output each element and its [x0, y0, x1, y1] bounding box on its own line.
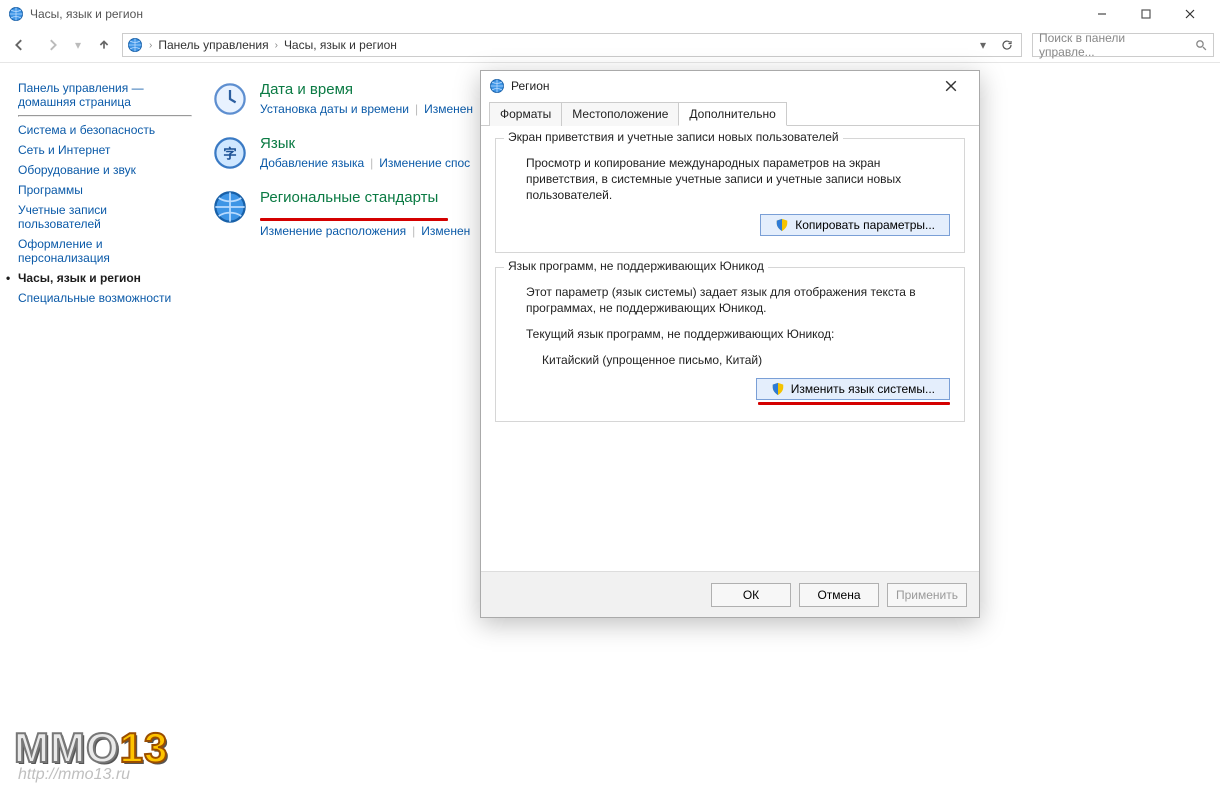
- dialog-title: Регион: [511, 79, 550, 93]
- non-unicode-text: Этот параметр (язык системы) задает язык…: [526, 284, 950, 316]
- link-change-formats-truncated[interactable]: Изменен: [421, 224, 470, 238]
- watermark-brand-b: 13: [120, 724, 169, 771]
- watermark-brand-a: MMO: [14, 724, 120, 771]
- window-titlebar: Часы, язык и регион: [0, 0, 1220, 28]
- forward-button[interactable]: [38, 31, 66, 59]
- refresh-button[interactable]: [997, 39, 1017, 51]
- address-dropdown[interactable]: ▾: [973, 38, 993, 52]
- group-welcome-screen: Экран приветствия и учетные записи новых…: [495, 138, 965, 253]
- sidebar-item-home[interactable]: Панель управления — домашняя страница: [18, 81, 192, 109]
- category-title-language[interactable]: Язык: [260, 135, 470, 152]
- up-button[interactable]: [90, 31, 118, 59]
- dialog-icon: [489, 78, 505, 94]
- window-title: Часы, язык и регион: [30, 7, 143, 21]
- link-set-date-time[interactable]: Установка даты и времени: [260, 102, 409, 116]
- link-change-location[interactable]: Изменение расположения: [260, 224, 406, 238]
- highlight-underline: [758, 402, 950, 405]
- group-non-unicode-legend: Язык программ, не поддерживающих Юникод: [504, 259, 768, 273]
- watermark-logo: MMO13: [14, 724, 168, 772]
- link-separator: |: [415, 102, 418, 116]
- link-add-language[interactable]: Добавление языка: [260, 156, 364, 170]
- copy-settings-button[interactable]: Копировать параметры...: [760, 214, 950, 236]
- search-input[interactable]: Поиск в панели управле...: [1032, 33, 1214, 57]
- history-dropdown[interactable]: ▾: [70, 31, 86, 59]
- highlight-underline: [260, 218, 448, 221]
- sidebar-item-programs[interactable]: Программы: [18, 183, 192, 197]
- breadcrumb-control-panel[interactable]: Панель управления: [158, 38, 268, 52]
- region-dialog: Регион Форматы Местоположение Дополнител…: [480, 70, 980, 618]
- explorer-toolbar: ▾ › Панель управления › Часы, язык и рег…: [0, 28, 1220, 62]
- link-change-timezone-truncated[interactable]: Изменен: [424, 102, 473, 116]
- address-icon: [127, 37, 143, 53]
- breadcrumb-clock-lang-region[interactable]: Часы, язык и регион: [284, 38, 397, 52]
- language-icon: [212, 135, 248, 171]
- change-system-locale-label: Изменить язык системы...: [791, 382, 935, 396]
- dialog-close-button[interactable]: [931, 71, 971, 101]
- tab-location[interactable]: Местоположение: [561, 102, 679, 126]
- link-separator: |: [370, 156, 373, 170]
- link-separator: |: [412, 224, 415, 238]
- clock-icon: [212, 81, 248, 117]
- tab-advanced[interactable]: Дополнительно: [678, 102, 786, 126]
- group-non-unicode: Язык программ, не поддерживающих Юникод …: [495, 267, 965, 423]
- sidebar-item-system-security[interactable]: Система и безопасность: [18, 123, 192, 137]
- maximize-button[interactable]: [1124, 0, 1168, 28]
- back-button[interactable]: [6, 31, 34, 59]
- chevron-right-icon: ›: [149, 40, 152, 51]
- category-title-region[interactable]: Региональные стандарты: [260, 189, 470, 206]
- current-lang-label: Текущий язык программ, не поддерживающих…: [526, 326, 950, 342]
- sidebar-item-appearance[interactable]: Оформление и персонализация: [18, 237, 192, 265]
- ok-button[interactable]: ОК: [711, 583, 791, 607]
- minimize-button[interactable]: [1080, 0, 1124, 28]
- watermark-url: http://mmo13.ru: [18, 766, 130, 784]
- dialog-footer: ОК Отмена Применить: [481, 571, 979, 617]
- uac-shield-icon: [771, 382, 785, 396]
- apply-button[interactable]: Применить: [887, 583, 967, 607]
- copy-settings-label: Копировать параметры...: [795, 218, 935, 232]
- search-placeholder: Поиск в панели управле...: [1039, 31, 1183, 59]
- sidebar-item-user-accounts[interactable]: Учетные записи пользователей: [18, 203, 192, 231]
- group-welcome-legend: Экран приветствия и учетные записи новых…: [504, 130, 843, 144]
- uac-shield-icon: [775, 218, 789, 232]
- search-icon: [1195, 39, 1207, 51]
- current-lang-value: Китайский (упрощенное письмо, Китай): [542, 352, 950, 368]
- sidebar-item-clock-lang-region[interactable]: Часы, язык и регион: [18, 271, 192, 285]
- app-icon: [8, 6, 24, 22]
- address-bar[interactable]: › Панель управления › Часы, язык и регио…: [122, 33, 1022, 57]
- sidebar: Панель управления — домашняя страница Си…: [0, 63, 200, 800]
- tab-formats[interactable]: Форматы: [489, 102, 562, 126]
- sidebar-item-hardware-sound[interactable]: Оборудование и звук: [18, 163, 192, 177]
- cancel-button[interactable]: Отмена: [799, 583, 879, 607]
- chevron-right-icon: ›: [275, 40, 278, 51]
- region-icon: [212, 189, 248, 225]
- sidebar-item-network-internet[interactable]: Сеть и Интернет: [18, 143, 192, 157]
- close-button[interactable]: [1168, 0, 1212, 28]
- category-title-date-time[interactable]: Дата и время: [260, 81, 473, 98]
- link-change-input-truncated[interactable]: Изменение спос: [379, 156, 470, 170]
- sidebar-item-ease-of-access[interactable]: Специальные возможности: [18, 291, 192, 305]
- dialog-tabs: Форматы Местоположение Дополнительно: [481, 101, 979, 126]
- welcome-screen-text: Просмотр и копирование международных пар…: [526, 155, 950, 204]
- change-system-locale-button[interactable]: Изменить язык системы...: [756, 378, 950, 400]
- dialog-titlebar[interactable]: Регион: [481, 71, 979, 101]
